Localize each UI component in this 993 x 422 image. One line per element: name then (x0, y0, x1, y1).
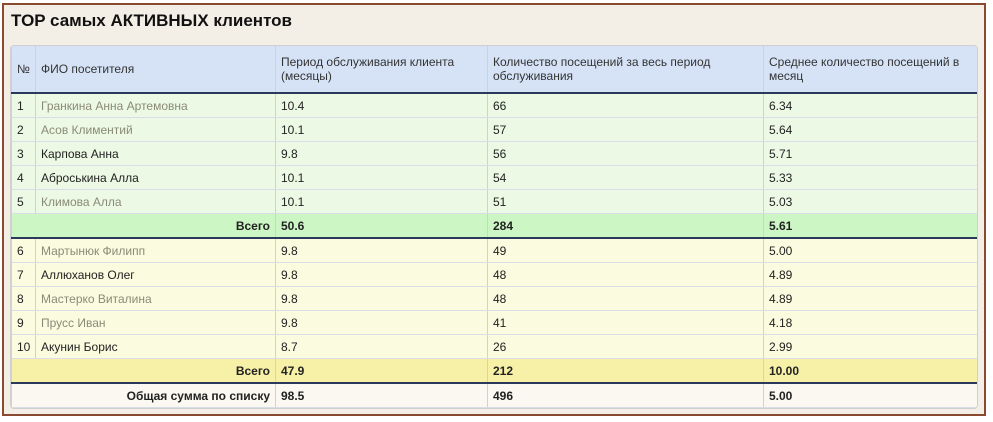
avg-cell: 4.89 (763, 262, 977, 287)
period-cell: 9.8 (275, 238, 488, 263)
visits-cell: 56 (487, 141, 764, 166)
subtotal-label: Всего (11, 358, 276, 384)
client-name[interactable]: Акунин Борис (35, 334, 276, 359)
client-name[interactable]: Аллюханов Олег (35, 262, 276, 287)
table-row: 5 Климова Алла 10.1 51 5.03 (11, 189, 977, 214)
total-avg: 5.00 (763, 383, 977, 408)
grand-total-row: Общая сумма по списку 98.5 496 5.00 (11, 383, 977, 408)
avg-cell: 5.64 (763, 117, 977, 142)
period-cell: 9.8 (275, 262, 488, 287)
avg-cell: 5.03 (763, 189, 977, 214)
avg-cell: 2.99 (763, 334, 977, 359)
visits-cell: 66 (487, 93, 764, 118)
page-title: TOP самых АКТИВНЫХ клиентов (11, 11, 293, 30)
client-name[interactable]: Мартынюк Филипп (35, 238, 276, 263)
header-avg: Среднее количество посещений в месяц (763, 46, 977, 94)
avg-cell: 4.89 (763, 286, 977, 311)
row-num: 4 (11, 165, 36, 190)
client-name[interactable]: Прусс Иван (35, 310, 276, 335)
avg-cell: 5.33 (763, 165, 977, 190)
clients-table: № ФИО посетителя Период обслуживания кли… (11, 46, 977, 408)
row-num: 9 (11, 310, 36, 335)
avg-cell: 6.34 (763, 93, 977, 118)
row-num: 6 (11, 238, 36, 263)
table-row: 1 Гранкина Анна Артемовна 10.4 66 6.34 (11, 93, 977, 118)
client-name[interactable]: Асов Климентий (35, 117, 276, 142)
total-period: 98.5 (275, 383, 488, 408)
period-cell: 10.1 (275, 165, 488, 190)
table-row: 4 Аброськина Алла 10.1 54 5.33 (11, 165, 977, 190)
table-row: 10 Акунин Борис 8.7 26 2.99 (11, 334, 977, 359)
visits-cell: 51 (487, 189, 764, 214)
row-num: 2 (11, 117, 36, 142)
visits-cell: 41 (487, 310, 764, 335)
period-cell: 9.8 (275, 310, 488, 335)
client-name[interactable]: Мастерко Виталина (35, 286, 276, 311)
visits-cell: 57 (487, 117, 764, 142)
visits-cell: 48 (487, 286, 764, 311)
period-cell: 9.8 (275, 141, 488, 166)
table-row: 8 Мастерко Виталина 9.8 48 4.89 (11, 286, 977, 311)
subtotal-label: Всего (11, 213, 276, 239)
total-visits: 496 (487, 383, 764, 408)
visits-cell: 54 (487, 165, 764, 190)
table-header-row: № ФИО посетителя Период обслуживания кли… (11, 46, 977, 94)
client-name[interactable]: Аброськина Алла (35, 165, 276, 190)
row-num: 3 (11, 141, 36, 166)
subtotal-avg: 5.61 (763, 213, 977, 239)
subtotal-period: 47.9 (275, 358, 488, 384)
avg-cell: 5.71 (763, 141, 977, 166)
visits-cell: 48 (487, 262, 764, 287)
subtotal-visits: 284 (487, 213, 764, 239)
row-num: 5 (11, 189, 36, 214)
subtotal-visits: 212 (487, 358, 764, 384)
visits-cell: 26 (487, 334, 764, 359)
report-frame: TOP самых АКТИВНЫХ клиентов № ФИО посети… (2, 3, 986, 416)
subtotal-row-2: Всего 47.9 212 10.00 (11, 358, 977, 384)
table-row: 2 Асов Климентий 10.1 57 5.64 (11, 117, 977, 142)
header-period: Период обслуживания клиента (месяцы) (275, 46, 488, 94)
table-row: 7 Аллюханов Олег 9.8 48 4.89 (11, 262, 977, 287)
table-row: 6 Мартынюк Филипп 9.8 49 5.00 (11, 238, 977, 263)
row-num: 7 (11, 262, 36, 287)
visits-cell: 49 (487, 238, 764, 263)
table-row: 3 Карпова Анна 9.8 56 5.71 (11, 141, 977, 166)
row-num: 10 (11, 334, 36, 359)
period-cell: 9.8 (275, 286, 488, 311)
row-num: 8 (11, 286, 36, 311)
total-label: Общая сумма по списку (11, 383, 276, 408)
client-name[interactable]: Гранкина Анна Артемовна (35, 93, 276, 118)
header-visits: Количество посещений за весь период обсл… (487, 46, 764, 94)
avg-cell: 5.00 (763, 238, 977, 263)
subtotal-period: 50.6 (275, 213, 488, 239)
period-cell: 8.7 (275, 334, 488, 359)
period-cell: 10.4 (275, 93, 488, 118)
period-cell: 10.1 (275, 189, 488, 214)
avg-cell: 4.18 (763, 310, 977, 335)
subtotal-row-1: Всего 50.6 284 5.61 (11, 213, 977, 239)
client-name[interactable]: Карпова Анна (35, 141, 276, 166)
subtotal-avg: 10.00 (763, 358, 977, 384)
row-num: 1 (11, 93, 36, 118)
report-panel: № ФИО посетителя Период обслуживания кли… (10, 45, 978, 409)
period-cell: 10.1 (275, 117, 488, 142)
client-name[interactable]: Климова Алла (35, 189, 276, 214)
header-num: № (11, 46, 36, 94)
table-row: 9 Прусс Иван 9.8 41 4.18 (11, 310, 977, 335)
header-name: ФИО посетителя (35, 46, 276, 94)
